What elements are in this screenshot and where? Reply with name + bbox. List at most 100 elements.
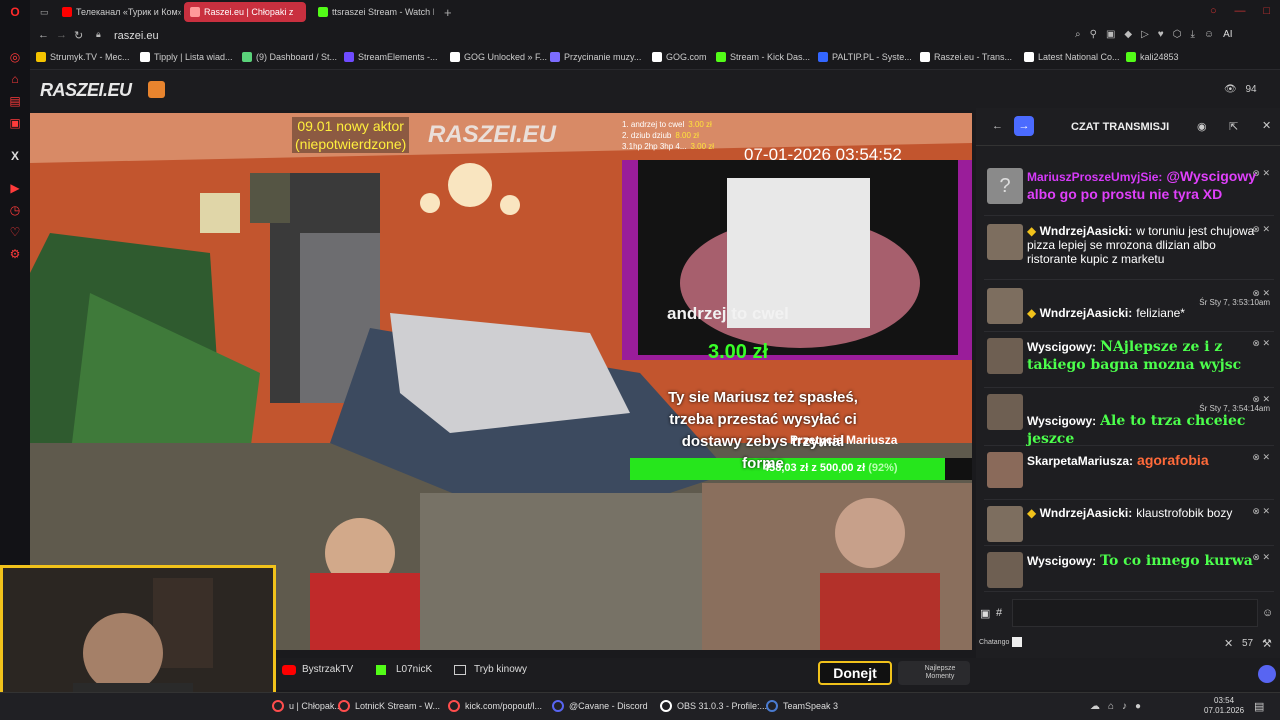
- avatar[interactable]: [987, 224, 1023, 260]
- camera-icon[interactable]: ▣: [1106, 29, 1115, 40]
- chat-input[interactable]: [1012, 599, 1258, 627]
- tab-tvtelekanal[interactable]: Телеканал «Турик и Ком»: [56, 2, 181, 22]
- tray-network-icon[interactable]: ⌂: [1108, 701, 1114, 712]
- bookmark-favicon-icon: [818, 52, 828, 62]
- search-tabs-icon[interactable]: ○: [1210, 5, 1217, 17]
- bookmark-item[interactable]: Tipply | Lista wiad...: [140, 52, 233, 62]
- workspace-icon[interactable]: ▭: [34, 2, 48, 22]
- tab-raszei[interactable]: Raszei.eu | Chłopaki z: [184, 2, 306, 22]
- maximize-icon[interactable]: □: [1263, 5, 1270, 17]
- donation-row: 1. andrzej to cwel 3.00 zł: [622, 119, 714, 130]
- bookmark-item[interactable]: (9) Dashboard / St...: [242, 52, 337, 62]
- volume-value: 57: [1242, 638, 1254, 649]
- message-username[interactable]: Wyscigowy:: [1027, 414, 1096, 428]
- x-twitter-icon[interactable]: X: [8, 149, 22, 163]
- clock-date: 07.01.2026: [1204, 706, 1245, 715]
- download-icon[interactable]: ⤓: [1190, 29, 1194, 40]
- avatar[interactable]: [987, 552, 1023, 588]
- taskbar-item[interactable]: u | Chłopak...: [272, 700, 342, 712]
- avatar[interactable]: [987, 452, 1023, 488]
- message-username[interactable]: Wyscigowy:: [1027, 554, 1096, 568]
- bystrzak-button[interactable]: BystrzakTV: [282, 664, 353, 675]
- pin-icon[interactable]: ⚲: [1090, 29, 1097, 40]
- message-username[interactable]: Wyscigowy:: [1027, 340, 1096, 354]
- chatango-label[interactable]: Chatango: [979, 639, 1009, 646]
- back-icon[interactable]: ←: [38, 29, 49, 41]
- message-body: MariuszProszeUmyjSie: @Wyscigowy albo go …: [1027, 168, 1269, 203]
- bookmark-item[interactable]: Latest National Co...: [1024, 52, 1120, 62]
- message-username[interactable]: WndrzejAasicki:: [1040, 306, 1133, 320]
- bookmark-item[interactable]: PALTIP.PL - Syste...: [818, 52, 912, 62]
- opera-logo-icon[interactable]: O: [8, 5, 22, 19]
- taskbar-item[interactable]: LotnicK Stream - W...: [338, 700, 440, 712]
- lotnick-button[interactable]: L07nicK: [376, 664, 432, 675]
- music-icon[interactable]: ▣: [8, 116, 22, 130]
- discord-float-icon[interactable]: [1258, 665, 1276, 683]
- bookmark-item[interactable]: StreamElements -...: [344, 52, 438, 62]
- emoji-icon[interactable]: ☺: [1262, 607, 1273, 619]
- aria-icon[interactable]: ◎: [8, 50, 22, 64]
- tray-speaker-icon[interactable]: ♪: [1122, 701, 1127, 712]
- message-username[interactable]: SkarpetaMariusza:: [1027, 454, 1133, 468]
- donate-button[interactable]: Donejt: [818, 661, 892, 685]
- bookmark-item[interactable]: Stream - Kick Das...: [716, 52, 810, 62]
- bookmark-item[interactable]: kali24853: [1126, 52, 1179, 62]
- taskbar-item[interactable]: TeamSpeak 3: [766, 700, 838, 712]
- settings-icon[interactable]: ⚙: [8, 247, 22, 261]
- chat-message: ⊗ ✕ Śr Sty 7, 3:53:10am ◆ WndrzejAasicki: f…: [984, 284, 1274, 332]
- taskbar-item[interactable]: @Cavane - Discord: [552, 700, 648, 712]
- camera-upload-icon[interactable]: ▣: [980, 607, 990, 620]
- avatar[interactable]: [987, 506, 1023, 542]
- bookmark-item[interactable]: GOG Unlocked » F...: [450, 52, 547, 62]
- taskbar-item[interactable]: kick.com/popout/l...: [448, 700, 542, 712]
- bookmarks-icon[interactable]: ♡: [8, 225, 22, 239]
- bookmark-item[interactable]: Raszei.eu - Trans...: [920, 52, 1012, 62]
- message-username[interactable]: WndrzejAasicki:: [1040, 506, 1133, 520]
- avatar[interactable]: [987, 338, 1023, 374]
- heart-icon[interactable]: ♥: [1158, 29, 1164, 40]
- url-field[interactable]: raszei.eu: [114, 30, 159, 42]
- extensions-icon[interactable]: ⬡: [1173, 29, 1182, 40]
- bookmark-item[interactable]: GOG.com: [652, 52, 707, 62]
- message-username[interactable]: MariuszProszeUmyjSie:: [1027, 170, 1162, 184]
- play-icon[interactable]: ▷: [1141, 29, 1149, 40]
- stream-timestamp: 07-01-2026 03:54:52: [744, 145, 902, 164]
- best-moments-button[interactable]: Najlepsze Momenty: [898, 661, 970, 685]
- site-logo[interactable]: RASZEI.EU: [40, 80, 132, 101]
- zoom-icon[interactable]: ⌕: [1075, 29, 1081, 40]
- shield-icon[interactable]: ◆: [1124, 29, 1132, 40]
- bookmark-item[interactable]: Przycinanie muzy...: [550, 52, 641, 62]
- history-icon[interactable]: ◷: [8, 203, 22, 217]
- bookmark-label: Latest National Co...: [1038, 52, 1120, 62]
- forward-icon[interactable]: →: [56, 29, 67, 41]
- clock[interactable]: 03:54 07.01.2026: [1204, 696, 1244, 716]
- reload-icon[interactable]: ↻: [74, 29, 83, 42]
- player-icon[interactable]: ▶: [8, 181, 22, 195]
- bag-icon[interactable]: ⌂: [8, 72, 22, 86]
- tray-cloud-icon[interactable]: ☁: [1090, 701, 1100, 712]
- bookmark-item[interactable]: Strumyk.TV - Mec...: [36, 52, 130, 62]
- mute-icon[interactable]: ✕: [1224, 637, 1233, 650]
- popout-icon[interactable]: ⇱: [1229, 120, 1238, 133]
- minimize-icon[interactable]: —: [1235, 5, 1246, 17]
- messenger-icon[interactable]: ▤: [8, 94, 22, 108]
- hammer-icon[interactable]: ⚒: [1262, 637, 1272, 650]
- site-badge-icon[interactable]: [148, 81, 165, 98]
- discord-icon[interactable]: ◉: [1197, 120, 1207, 133]
- tray-mic-icon[interactable]: ●: [1135, 701, 1141, 712]
- taskbar-item[interactable]: OBS 31.0.3 - Profile:...: [660, 700, 767, 712]
- avatar[interactable]: [987, 394, 1023, 430]
- cinema-mode-button[interactable]: Tryb kinowy: [454, 664, 527, 675]
- tab-kick-ttsraszei[interactable]: ttsraszei Stream - Watch L: [312, 2, 434, 22]
- avatar[interactable]: ?: [987, 168, 1023, 204]
- profile-icon[interactable]: ☺: [1204, 29, 1214, 40]
- new-tab-button[interactable]: +: [438, 2, 456, 22]
- notifications-icon[interactable]: ▤: [1254, 700, 1264, 713]
- chat-forward-icon[interactable]: →: [1014, 116, 1034, 136]
- tab-label: Телеканал «Турик и Ком»: [76, 7, 181, 17]
- chat-close-icon[interactable]: ✕: [1262, 119, 1271, 132]
- avatar[interactable]: [987, 288, 1023, 324]
- chat-back-icon[interactable]: ←: [992, 120, 1003, 132]
- message-username[interactable]: WndrzejAasicki:: [1040, 224, 1133, 238]
- ai-label[interactable]: AI: [1223, 29, 1232, 40]
